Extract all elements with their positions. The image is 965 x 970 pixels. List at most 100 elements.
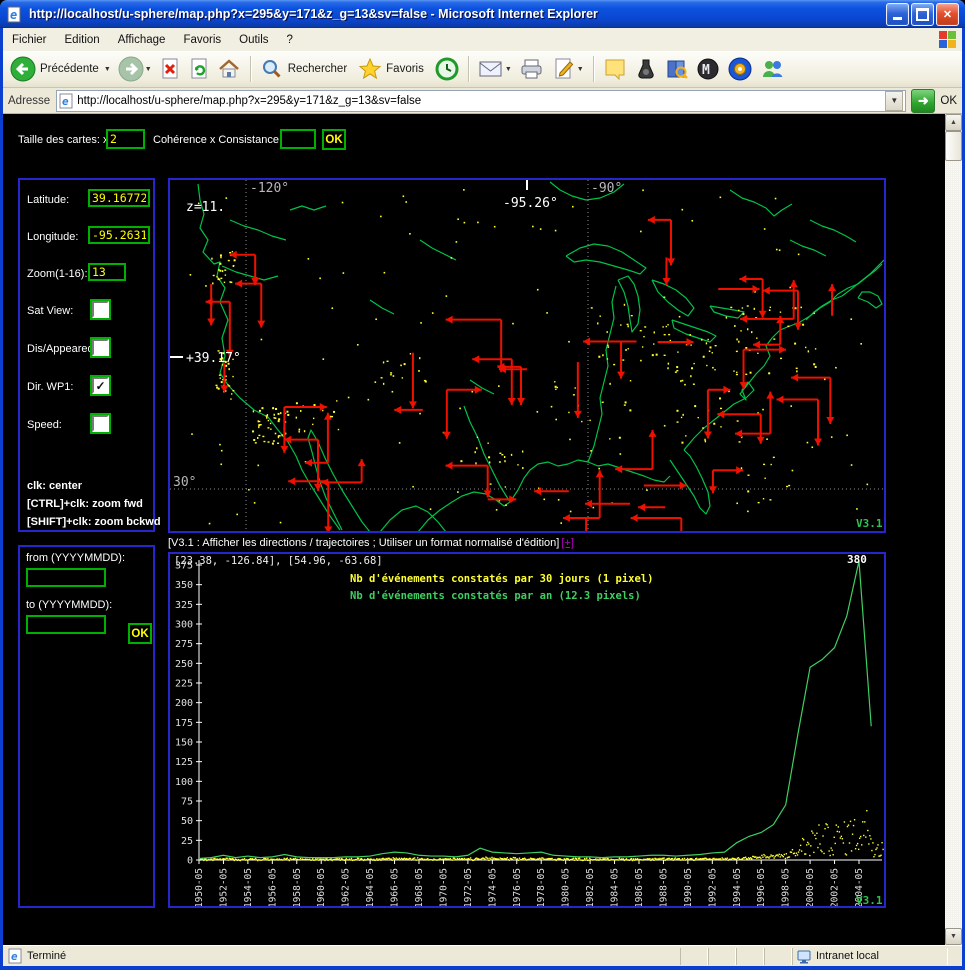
svg-text:225: 225: [175, 679, 193, 690]
svg-text:100: 100: [175, 777, 193, 788]
svg-text:125: 125: [175, 757, 193, 768]
date-ok-button[interactable]: OK: [128, 623, 152, 644]
maximize-icon: [916, 8, 929, 21]
svg-text:-95.26°: -95.26°: [503, 196, 558, 211]
svg-text:25: 25: [181, 836, 193, 847]
svg-text:1980-05: 1980-05: [561, 868, 572, 906]
dir-wp1-checkbox[interactable]: ✓: [90, 375, 111, 396]
svg-text:Nb d'événements constatés par: Nb d'événements constatés par an (12.3 p…: [350, 590, 641, 602]
longitude-label: Longitude:: [27, 231, 78, 243]
menu-favoris[interactable]: Favoris: [174, 31, 230, 49]
address-field[interactable]: e ▼: [56, 90, 906, 112]
dis-appeared-checkbox[interactable]: [90, 337, 111, 358]
back-caret-icon[interactable]: ▼: [104, 66, 111, 73]
home-button[interactable]: [214, 55, 244, 83]
map-caption-text: [V3.1 : Afficher les directions / trajec…: [168, 537, 559, 549]
page-ie-icon: e: [59, 93, 74, 109]
menu-affichage[interactable]: Affichage: [109, 31, 175, 49]
longitude-input[interactable]: [88, 226, 150, 244]
address-input[interactable]: [74, 95, 885, 107]
menu-fichier[interactable]: Fichier: [3, 31, 56, 49]
menu-outils[interactable]: Outils: [230, 31, 277, 49]
edit-button[interactable]: ▼: [549, 55, 587, 83]
maximize-button[interactable]: [911, 3, 934, 26]
search-button[interactable]: Rechercher: [257, 55, 354, 83]
svg-text:175: 175: [175, 718, 193, 729]
mail-icon: [478, 58, 504, 80]
scroll-up-button[interactable]: ▲: [945, 114, 962, 131]
svg-text:1992-05: 1992-05: [707, 868, 718, 906]
discuss-icon: [603, 57, 627, 81]
map-image[interactable]: -120°-90°-95.26°+39.17°30°z=11.V3.1: [170, 180, 884, 531]
svg-text:1958-05: 1958-05: [292, 868, 303, 906]
svg-text:200: 200: [175, 698, 193, 709]
speed-checkbox[interactable]: [90, 413, 111, 434]
scrollbar[interactable]: ▲ ▼: [945, 114, 962, 945]
scroll-thumb[interactable]: [945, 131, 962, 161]
favorites-button[interactable]: Favoris: [355, 55, 431, 83]
mail-button[interactable]: ▼: [475, 56, 515, 82]
map-size-input[interactable]: [106, 129, 145, 149]
svg-text:1984-05: 1984-05: [610, 868, 621, 906]
svg-text:380: 380: [847, 554, 867, 566]
sat-view-checkbox[interactable]: [90, 299, 111, 320]
go-label: OK: [940, 95, 957, 107]
speed-label: Speed:: [27, 419, 62, 431]
history-button[interactable]: [432, 55, 462, 83]
forward-caret-icon[interactable]: ▼: [145, 66, 152, 73]
discuss-button[interactable]: [600, 55, 630, 83]
svg-text:30°: 30°: [173, 475, 196, 490]
from-label: from (YYYYMMDD):: [26, 552, 125, 564]
messenger-button[interactable]: M: [693, 55, 723, 83]
plugin-button[interactable]: [631, 55, 661, 83]
menu-aide[interactable]: ?: [278, 31, 302, 49]
stop-button[interactable]: [156, 55, 184, 83]
status-ie-icon: e: [8, 948, 23, 964]
go-button[interactable]: ➜: [911, 89, 935, 113]
svg-text:1950-05: 1950-05: [194, 868, 205, 906]
menu-bar: Fichier Edition Affichage Favoris Outils…: [3, 28, 962, 52]
svg-text:[23.38, -126.84], [54.96, -63.: [23.38, -126.84], [54.96, -63.68]: [174, 555, 383, 567]
map-panel[interactable]: -120°-90°-95.26°+39.17°30°z=11.V3.1: [168, 178, 886, 533]
mail-caret-icon[interactable]: ▼: [505, 66, 512, 73]
caption-expand-link[interactable]: [+]: [561, 537, 574, 549]
from-input[interactable]: [26, 568, 106, 587]
window-title: http://localhost/u-sphere/map.php?x=295&…: [29, 7, 884, 21]
edit-icon: [552, 57, 576, 81]
close-button[interactable]: ✕: [936, 3, 959, 26]
status-bar: e Terminé Intranet local: [3, 945, 962, 966]
coherence-input[interactable]: [280, 129, 316, 149]
stop-icon: [159, 57, 181, 81]
menu-edition[interactable]: Edition: [56, 31, 109, 49]
to-input[interactable]: [26, 615, 106, 634]
back-label: Précédente: [40, 63, 99, 75]
back-button[interactable]: Précédente ▼: [7, 54, 114, 84]
events-chart: 0255075100125150175200225250275300325350…: [170, 554, 884, 906]
address-dropdown-button[interactable]: ▼: [885, 91, 903, 111]
windows-logo-icon: [939, 31, 956, 48]
svg-text:2000-05: 2000-05: [805, 868, 816, 906]
research-button[interactable]: [662, 55, 692, 83]
web-tools-button[interactable]: [724, 54, 756, 84]
top-ok-button[interactable]: OK: [322, 129, 346, 150]
forward-button[interactable]: ▼: [115, 54, 155, 84]
svg-text:1952-05: 1952-05: [218, 868, 229, 906]
forward-icon: [118, 56, 144, 82]
latitude-label: Latitude:: [27, 194, 69, 206]
refresh-button[interactable]: [185, 55, 213, 83]
print-button[interactable]: [516, 55, 548, 83]
coherence-label: Cohérence x Consistance: [153, 134, 279, 146]
svg-text:1962-05: 1962-05: [341, 868, 352, 906]
help-click: clk: center: [27, 480, 82, 492]
minimize-button[interactable]: [886, 3, 909, 26]
svg-text:e: e: [11, 950, 18, 963]
svg-text:0: 0: [187, 856, 193, 867]
zoom-input[interactable]: [88, 263, 126, 281]
svg-text:1988-05: 1988-05: [658, 868, 669, 906]
latitude-input[interactable]: [88, 189, 150, 207]
dis-appeared-label: Dis/Appeared:: [27, 343, 97, 355]
scroll-down-button[interactable]: ▼: [945, 928, 962, 945]
contacts-button[interactable]: [757, 55, 789, 83]
edit-caret-icon[interactable]: ▼: [577, 66, 584, 73]
window-border-bottom: [0, 966, 965, 970]
